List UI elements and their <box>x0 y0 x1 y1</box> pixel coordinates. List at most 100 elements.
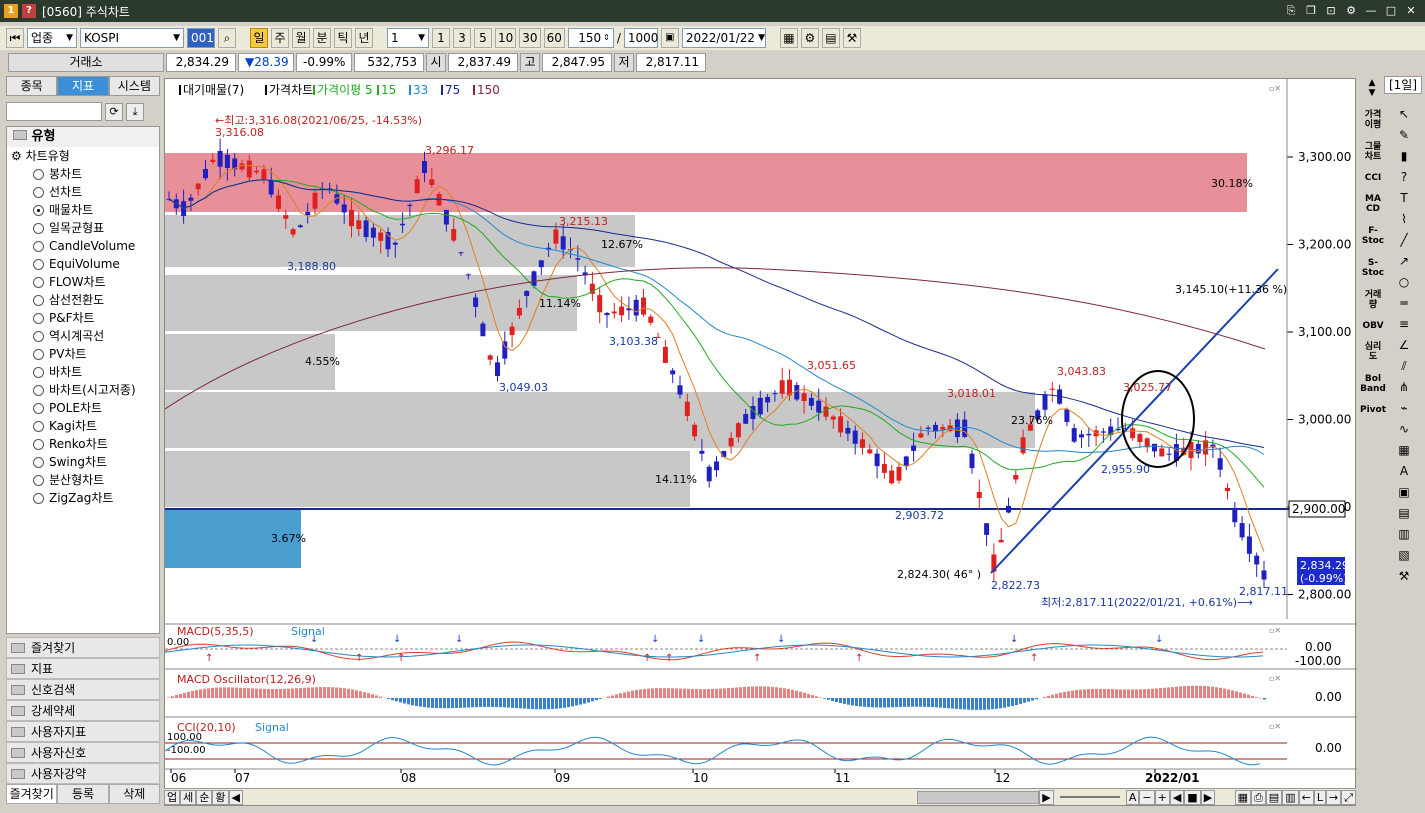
chart-type-14[interactable]: Kagi차트 <box>7 417 159 435</box>
chart-type-15[interactable]: Renko차트 <box>7 435 159 453</box>
radio-icon[interactable] <box>33 204 44 216</box>
chart-type-11[interactable]: 바차트 <box>7 363 159 381</box>
total-input[interactable]: 1000 <box>623 28 658 48</box>
price-chart[interactable]: 대기매물(7) 가격차트 가격이평 5 15 33 75 150 3,300.00 3,200.… <box>165 79 1357 789</box>
refresh-icon[interactable]: ⟳ <box>105 102 123 121</box>
radio-icon[interactable] <box>33 402 44 414</box>
radio-icon[interactable] <box>33 222 44 234</box>
indicator-shortcut-2[interactable]: CCI <box>1360 168 1386 188</box>
radio-icon[interactable] <box>33 330 44 342</box>
chart-settings-icon[interactable]: ▦ <box>779 28 798 48</box>
chart-type-4[interactable]: CandleVolume <box>7 237 159 255</box>
radio-icon[interactable] <box>33 438 44 450</box>
chart-type-7[interactable]: 삼선전환도 <box>7 291 159 309</box>
link-icon[interactable]: ⎘ <box>1283 3 1299 19</box>
copy-icon[interactable]: ❐ <box>1303 3 1319 19</box>
ray-icon[interactable]: ↗ <box>1392 251 1416 272</box>
folder-2[interactable]: 신호검색 <box>6 679 160 700</box>
radio-icon[interactable] <box>33 186 44 198</box>
folder-1[interactable]: 지표 <box>6 658 160 679</box>
help-icon[interactable]: ? <box>22 4 36 18</box>
analysis-icon[interactable]: ▧ <box>1392 545 1416 566</box>
code-input[interactable]: 001 <box>187 28 215 48</box>
grid-icon[interactable]: ▥ <box>1282 789 1299 805</box>
bottom-tab-hwang[interactable]: 황 <box>212 789 229 805</box>
folder-6[interactable]: 사용자강약 <box>6 763 160 784</box>
fit-icon[interactable]: ⤢ <box>1341 789 1356 805</box>
range-30[interactable]: 30 <box>519 28 541 48</box>
scroll-up-icon[interactable]: ▲ ▼ <box>1360 78 1384 98</box>
radio-icon[interactable] <box>33 294 44 306</box>
indicator-shortcut-7[interactable]: OBV <box>1360 316 1386 336</box>
range-1[interactable]: 1 <box>432 28 450 48</box>
play-icon[interactable]: ▶ <box>1200 789 1216 805</box>
chart-type-18[interactable]: ZigZag차트 <box>7 489 159 507</box>
index-select[interactable]: KOSPI ▼ <box>80 28 184 48</box>
zoom-in-icon[interactable]: + <box>1154 789 1170 805</box>
chart-type-12[interactable]: 바차트(시고저종) <box>7 381 159 399</box>
auto-icon[interactable]: A <box>1392 461 1416 482</box>
window-icon[interactable]: ▣ <box>1392 482 1416 503</box>
eraser-icon[interactable]: ✎ <box>1392 125 1416 146</box>
bottom-tab-up[interactable]: 업 <box>164 789 181 805</box>
folder-3[interactable]: 강세약세 <box>6 700 160 721</box>
line-icon[interactable]: ╱ <box>1392 230 1416 251</box>
range-10[interactable]: 10 <box>495 28 517 48</box>
chart-type-8[interactable]: P&F차트 <box>7 309 159 327</box>
wave-icon[interactable]: ∿ <box>1392 419 1416 440</box>
radio-icon[interactable] <box>33 492 44 504</box>
chart-type-10[interactable]: PV차트 <box>7 345 159 363</box>
radio-icon[interactable] <box>33 276 44 288</box>
stop-icon[interactable]: ■ <box>1184 789 1201 805</box>
indicator-shortcut-9[interactable]: Bol Band <box>1360 368 1386 400</box>
chart-icon[interactable]: ▥ <box>1392 524 1416 545</box>
radio-icon[interactable] <box>33 420 44 432</box>
indicator-shortcut-3[interactable]: MA CD <box>1360 188 1386 220</box>
download-icon[interactable]: ⤓ <box>126 102 144 121</box>
scroll-right-icon[interactable]: ▶ <box>1039 789 1054 805</box>
bottom-tab-sun[interactable]: 순 <box>196 789 213 805</box>
circle-icon[interactable]: ○ <box>1392 272 1416 293</box>
zoom-slider[interactable] <box>1059 796 1120 798</box>
period-year[interactable]: 년 <box>355 28 373 48</box>
forward-icon[interactable]: → <box>1325 789 1342 805</box>
indicator-shortcut-5[interactable]: S- Stoc <box>1360 252 1386 284</box>
tab-indicator[interactable]: 지표 <box>57 76 109 96</box>
radio-icon[interactable] <box>33 240 44 252</box>
bottom-tab-favorites[interactable]: 즐겨찾기 <box>6 784 58 804</box>
bottom-tab-register[interactable]: 등록 <box>57 784 109 804</box>
tools-icon[interactable]: ⚒ <box>842 28 861 48</box>
bottom-tab-se[interactable]: 세 <box>180 789 197 805</box>
gear-icon[interactable]: ⚙ <box>1343 3 1359 19</box>
chart-type-13[interactable]: POLE차트 <box>7 399 159 417</box>
indicator-shortcut-8[interactable]: 심리 도 <box>1360 336 1386 368</box>
radio-icon[interactable] <box>33 258 44 270</box>
chart-type-17[interactable]: 분산형차트 <box>7 471 159 489</box>
date-select[interactable]: 2022/01/22 ▼ <box>681 28 766 48</box>
folder-4[interactable]: 사용자지표 <box>6 721 160 742</box>
zoom-out-icon[interactable]: − <box>1139 789 1155 805</box>
radio-icon[interactable] <box>33 366 44 378</box>
question-icon[interactable]: ? <box>1392 167 1416 188</box>
folder-0[interactable]: 즐겨찾기 <box>6 637 160 658</box>
excel-icon[interactable]: ▦ <box>1234 789 1251 805</box>
radio-icon[interactable] <box>33 384 44 396</box>
folder-5[interactable]: 사용자신호 <box>6 742 160 763</box>
close-icon[interactable]: ✕ <box>1403 3 1419 19</box>
radio-icon[interactable] <box>33 474 44 486</box>
tab-stock[interactable]: 종목 <box>6 76 58 96</box>
period-month[interactable]: 월 <box>292 28 310 48</box>
minimize-icon[interactable]: — <box>1363 3 1379 19</box>
camera-icon[interactable]: ⊡ <box>1323 3 1339 19</box>
indicator-search-input[interactable] <box>6 102 102 121</box>
brush-icon[interactable]: ⌇ <box>1392 209 1416 230</box>
indicator-shortcut-4[interactable]: F- Stoc <box>1360 220 1386 252</box>
wrench-icon[interactable]: ⚒ <box>1392 566 1416 587</box>
text-icon[interactable]: T <box>1392 188 1416 209</box>
speed-icon[interactable]: ⫽ <box>1392 356 1416 377</box>
save-icon[interactable]: ▤ <box>821 28 840 48</box>
chart-area[interactable]: 대기매물(7) 가격차트 가격이평 5 15 33 75 150 3,300.00 3,200.… <box>164 78 1357 806</box>
chart-type-3[interactable]: 일목균형표 <box>7 219 159 237</box>
sector-select[interactable]: 업종 ▼ <box>27 28 77 48</box>
chart-type-2[interactable]: 매물차트 <box>7 201 159 219</box>
